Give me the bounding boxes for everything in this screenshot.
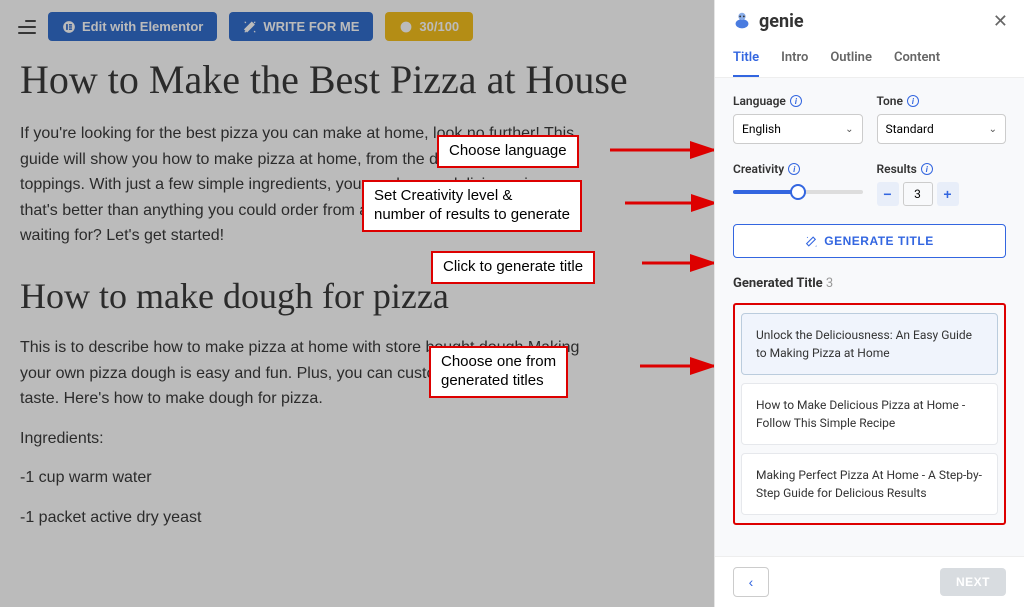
results-field: Resultsi − 3 + (877, 162, 1007, 206)
tone-field: Tonei Standard⌄ (877, 94, 1007, 144)
back-button[interactable]: ‹ (733, 567, 769, 597)
tone-label: Tonei (877, 94, 1007, 108)
chevron-down-icon: ⌄ (845, 124, 853, 135)
sidebar-panel: Languagei English⌄ Tonei Standard⌄ Creat… (715, 78, 1024, 556)
language-select[interactable]: English⌄ (733, 114, 863, 144)
chevron-down-icon: ⌄ (989, 124, 997, 135)
menu-toggle-icon[interactable] (18, 20, 36, 34)
button-label: WRITE FOR ME (263, 19, 359, 34)
genie-sidebar: genie ✕ Title Intro Outline Content Lang… (714, 0, 1024, 607)
language-label: Languagei (733, 94, 863, 108)
paragraph[interactable]: -1 cup warm water (20, 465, 580, 491)
tab-title[interactable]: Title (733, 50, 759, 77)
results-value[interactable]: 3 (903, 182, 933, 206)
info-icon[interactable]: i (921, 163, 933, 175)
info-icon[interactable]: i (790, 95, 802, 107)
genie-logo-icon (731, 10, 753, 32)
decrement-button[interactable]: − (877, 182, 899, 206)
gauge-icon (399, 20, 413, 34)
sidebar-tabs: Title Intro Outline Content (715, 38, 1024, 78)
edit-elementor-button[interactable]: Edit with Elementor (48, 12, 217, 41)
generated-title-option[interactable]: Making Perfect Pizza At Home - A Step-by… (741, 453, 998, 515)
slider-thumb[interactable] (790, 184, 806, 200)
button-label: Edit with Elementor (82, 19, 203, 34)
magic-wand-icon (243, 20, 257, 34)
creativity-label: Creativityi (733, 162, 863, 176)
tab-outline[interactable]: Outline (830, 50, 872, 77)
chevron-left-icon: ‹ (749, 574, 754, 590)
close-button[interactable]: ✕ (993, 11, 1008, 32)
sidebar-footer: ‹ NEXT (715, 556, 1024, 607)
post-content: How to Make the Best Pizza at House If y… (0, 53, 714, 565)
sidebar-header: genie ✕ (715, 0, 1024, 38)
tab-intro[interactable]: Intro (781, 50, 808, 77)
score-button[interactable]: 30/100 (385, 12, 473, 41)
generated-title-option[interactable]: Unlock the Deliciousness: An Easy Guide … (741, 313, 998, 375)
info-icon[interactable]: i (788, 163, 800, 175)
results-stepper: − 3 + (877, 182, 1007, 206)
results-label: Resultsi (877, 162, 1007, 176)
magic-wand-icon (805, 235, 818, 248)
tab-content[interactable]: Content (894, 50, 940, 77)
button-label: 30/100 (419, 19, 459, 34)
paragraph[interactable]: -1 packet active dry yeast (20, 505, 580, 531)
next-button[interactable]: NEXT (940, 568, 1006, 596)
generated-title-heading: Generated Title 3 (733, 276, 1006, 291)
editor-toolbar: Edit with Elementor WRITE FOR ME 30/100 (0, 0, 714, 53)
post-title[interactable]: How to Make the Best Pizza at House (20, 57, 694, 103)
generated-titles-list: Unlock the Deliciousness: An Easy Guide … (733, 303, 1006, 525)
increment-button[interactable]: + (937, 182, 959, 206)
paragraph[interactable]: Ingredients: (20, 426, 580, 452)
creativity-field: Creativityi (733, 162, 863, 206)
close-icon: ✕ (993, 11, 1008, 31)
language-field: Languagei English⌄ (733, 94, 863, 144)
generated-title-option[interactable]: How to Make Delicious Pizza at Home - Fo… (741, 383, 998, 445)
tone-select[interactable]: Standard⌄ (877, 114, 1007, 144)
genie-logo: genie (731, 10, 804, 32)
write-for-me-button[interactable]: WRITE FOR ME (229, 12, 373, 41)
post-heading-2[interactable]: How to make dough for pizza (20, 275, 694, 317)
paragraph[interactable]: If you're looking for the best pizza you… (20, 121, 580, 249)
generate-title-button[interactable]: GENERATE TITLE (733, 224, 1006, 258)
editor-main: Edit with Elementor WRITE FOR ME 30/100 … (0, 0, 714, 607)
paragraph[interactable]: This is to describe how to make pizza at… (20, 335, 580, 412)
elementor-icon (62, 20, 76, 34)
info-icon[interactable]: i (907, 95, 919, 107)
creativity-slider[interactable] (733, 182, 863, 202)
